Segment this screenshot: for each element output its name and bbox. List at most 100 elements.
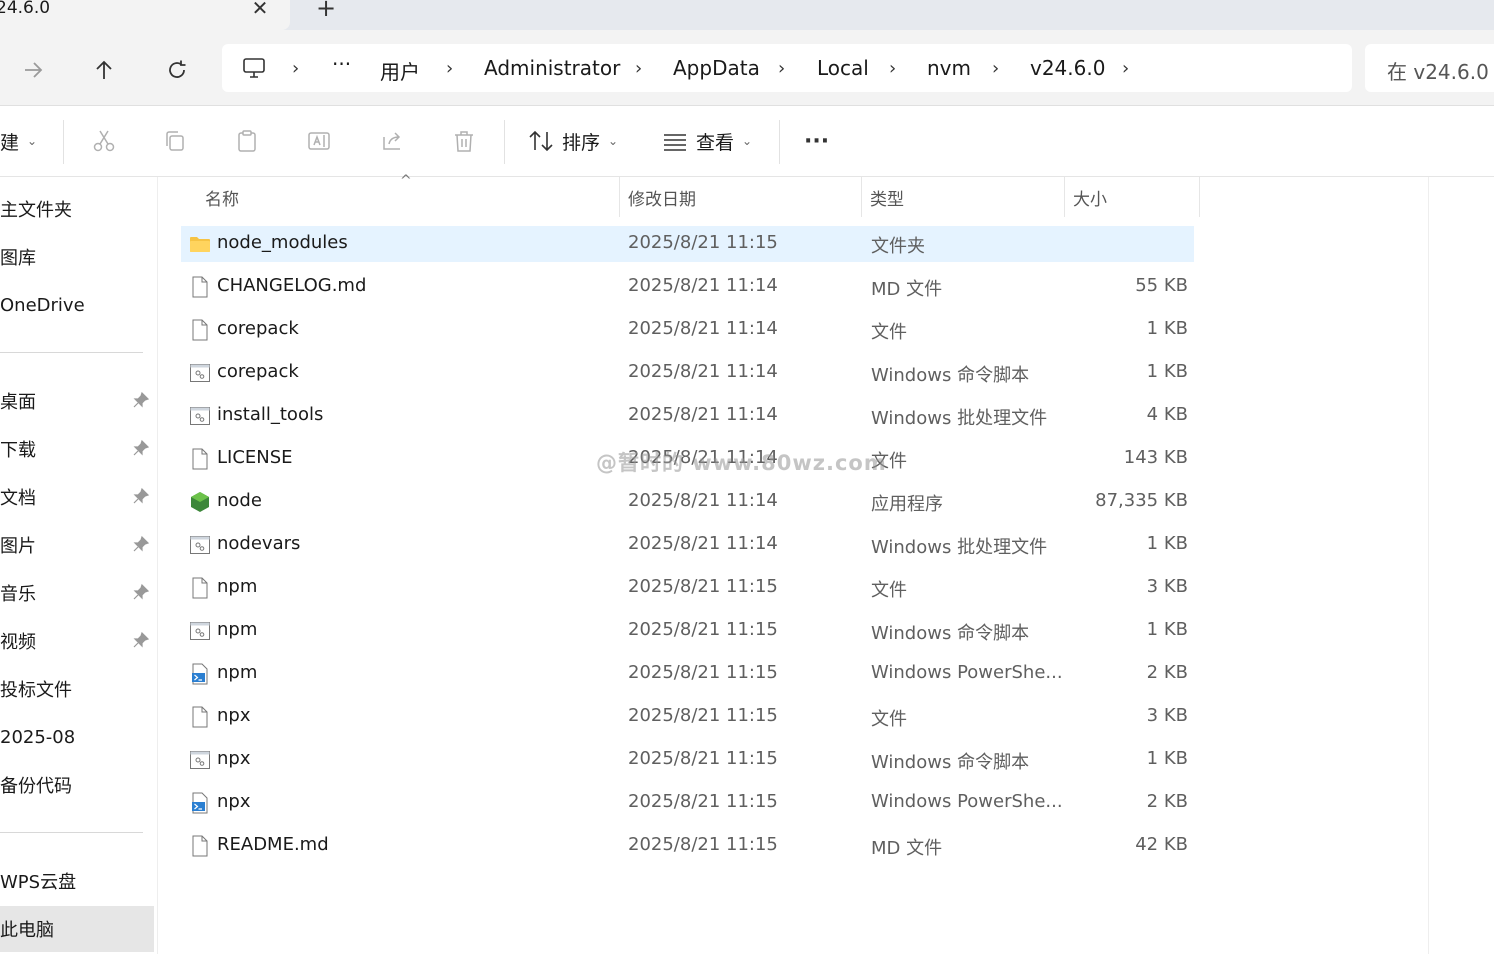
divider [504,120,505,164]
sort-button[interactable]: 排序 ⌄ [528,124,618,158]
file-row[interactable]: README.md 2025/8/21 11:15 MD 文件 42 KB [181,828,1194,864]
file-type: Windows PowerShe... [871,791,1063,812]
file-size: 3 KB [1146,576,1188,597]
sidebar-item-home[interactable]: 主文件夹 [0,186,154,232]
file-name: CHANGELOG.md [217,275,367,296]
file-row[interactable]: install_tools 2025/8/21 11:14 Windows 批处理文… [181,398,1194,434]
tab-close-button[interactable]: ✕ [250,0,270,18]
view-button[interactable]: 查看 ⌄ [662,124,752,158]
command-bar: 建 ⌄ 排序 ⌄ 查看 ⌄ ··· [0,106,1494,177]
breadcrumb-appdata[interactable]: AppData [673,56,760,80]
search-box[interactable]: 在 v24.6.0 中 [1365,44,1494,92]
share-button[interactable] [380,124,404,158]
column-name[interactable]: 名称 [205,185,239,210]
pin-icon[interactable] [132,391,150,409]
address-bar[interactable]: › ··· 用户 › Administrator › AppData › Loc… [222,44,1352,92]
script-icon [189,749,211,771]
file-icon [189,835,211,857]
file-row[interactable]: npm 2025/8/21 11:15 文件 3 KB [181,570,1194,606]
script-icon [189,362,211,384]
file-row[interactable]: nodevars 2025/8/21 11:14 Windows 批处理文件 1 KB [181,527,1194,563]
file-row[interactable]: CHANGELOG.md 2025/8/21 11:14 MD 文件 55 KB [181,269,1194,305]
new-tab-button[interactable]: + [314,0,338,20]
sidebar-item-bid-files[interactable]: 投标文件 [0,666,154,712]
file-name: npm [217,619,258,640]
column-divider[interactable] [1064,177,1065,217]
watermark: @暂时的 www.80wz.com [596,451,887,475]
pin-icon[interactable] [132,631,150,649]
column-type[interactable]: 类型 [870,185,904,210]
sidebar-item-videos[interactable]: 视频 [0,618,154,664]
column-divider[interactable] [1199,177,1200,217]
breadcrumb-users[interactable]: 用户 [380,56,420,85]
scissors-icon [93,130,115,152]
pin-icon[interactable] [132,583,150,601]
file-name: node [217,490,262,511]
file-row[interactable]: npx 2025/8/21 11:15 Windows 命令脚本 1 KB [181,742,1194,778]
file-type: Windows 批处理文件 [871,408,1048,429]
file-size: 143 KB [1123,447,1188,468]
copy-button[interactable] [163,124,187,158]
sidebar-item-onedrive[interactable]: OneDrive [0,282,154,328]
file-row[interactable]: node_modules 2025/8/21 11:15 文件夹 [181,226,1194,262]
pin-icon[interactable] [132,439,150,457]
file-row[interactable]: node 2025/8/21 11:14 应用程序 87,335 KB [181,484,1194,520]
file-row[interactable]: corepack 2025/8/21 11:14 文件 1 KB [181,312,1194,348]
sidebar-item-wps-cloud[interactable]: WPS云盘 [0,858,154,904]
sidebar-item-label: 下载 [0,440,36,461]
chevron-right-icon[interactable]: › [1122,58,1129,79]
column-date[interactable]: 修改日期 [628,185,696,210]
sidebar-item-desktop[interactable]: 桌面 [0,378,154,424]
file-date: 2025/8/21 11:15 [628,834,778,855]
sidebar-item-music[interactable]: 音乐 [0,570,154,616]
new-button[interactable]: 建 ⌄ [0,124,37,158]
cut-button[interactable] [92,124,116,158]
up-button[interactable] [86,52,122,88]
sidebar-item-downloads[interactable]: 下载 [0,426,154,472]
file-size: 55 KB [1135,275,1188,296]
file-size: 1 KB [1146,533,1188,554]
pin-icon[interactable] [132,535,150,553]
sidebar-item-pictures[interactable]: 图片 [0,522,154,568]
file-row[interactable]: npx 2025/8/21 11:15 Windows PowerShe... 2 K… [181,785,1194,821]
delete-button[interactable] [452,124,476,158]
sort-icon [529,130,553,152]
file-row[interactable]: corepack 2025/8/21 11:14 Windows 命令脚本 1 KB [181,355,1194,391]
refresh-icon [169,60,186,78]
paste-button[interactable] [235,124,259,158]
column-divider[interactable] [619,177,620,217]
search-input[interactable]: 在 v24.6.0 中 [1387,56,1494,85]
rename-button[interactable] [307,124,333,158]
breadcrumb-overflow[interactable]: ··· [332,52,351,76]
sort-label: 排序 [562,131,601,154]
forward-button[interactable] [15,52,51,88]
more-options-button[interactable]: ··· [804,124,829,158]
sidebar-item-this-pc[interactable]: 此电脑 [0,906,154,952]
pin-icon[interactable] [132,487,150,505]
sidebar-item-backup-code[interactable]: 备份代码 [0,762,154,808]
breadcrumb-local[interactable]: Local [817,56,869,80]
breadcrumb-nvm[interactable]: nvm [927,56,971,80]
file-row[interactable]: npx 2025/8/21 11:15 文件 3 KB [181,699,1194,735]
script-icon [189,405,211,427]
file-row[interactable]: npm 2025/8/21 11:15 Windows 命令脚本 1 KB [181,613,1194,649]
chevron-right-icon: › [446,58,454,79]
divider [63,120,64,164]
column-size[interactable]: 大小 [1073,185,1107,210]
sidebar-item-2025-08[interactable]: 2025-08 [0,714,154,760]
tab-current[interactable]: 24.6.0 ✕ [0,0,290,30]
file-row[interactable]: npm 2025/8/21 11:15 Windows PowerShe... 2 K… [181,656,1194,692]
file-date: 2025/8/21 11:15 [628,791,778,812]
refresh-button[interactable] [159,52,195,88]
column-divider[interactable] [861,177,862,217]
sidebar-item-gallery[interactable]: 图库 [0,234,154,280]
file-type: Windows 批处理文件 [871,537,1048,558]
breadcrumb-v24[interactable]: v24.6.0 [1030,56,1105,80]
file-size: 42 KB [1135,834,1188,855]
breadcrumb-administrator[interactable]: Administrator [484,56,620,80]
rename-icon [308,132,330,150]
file-size: 1 KB [1146,619,1188,640]
sidebar-item-documents[interactable]: 文档 [0,474,154,520]
file-name: nodevars [217,533,301,554]
file-name: install_tools [217,404,324,425]
